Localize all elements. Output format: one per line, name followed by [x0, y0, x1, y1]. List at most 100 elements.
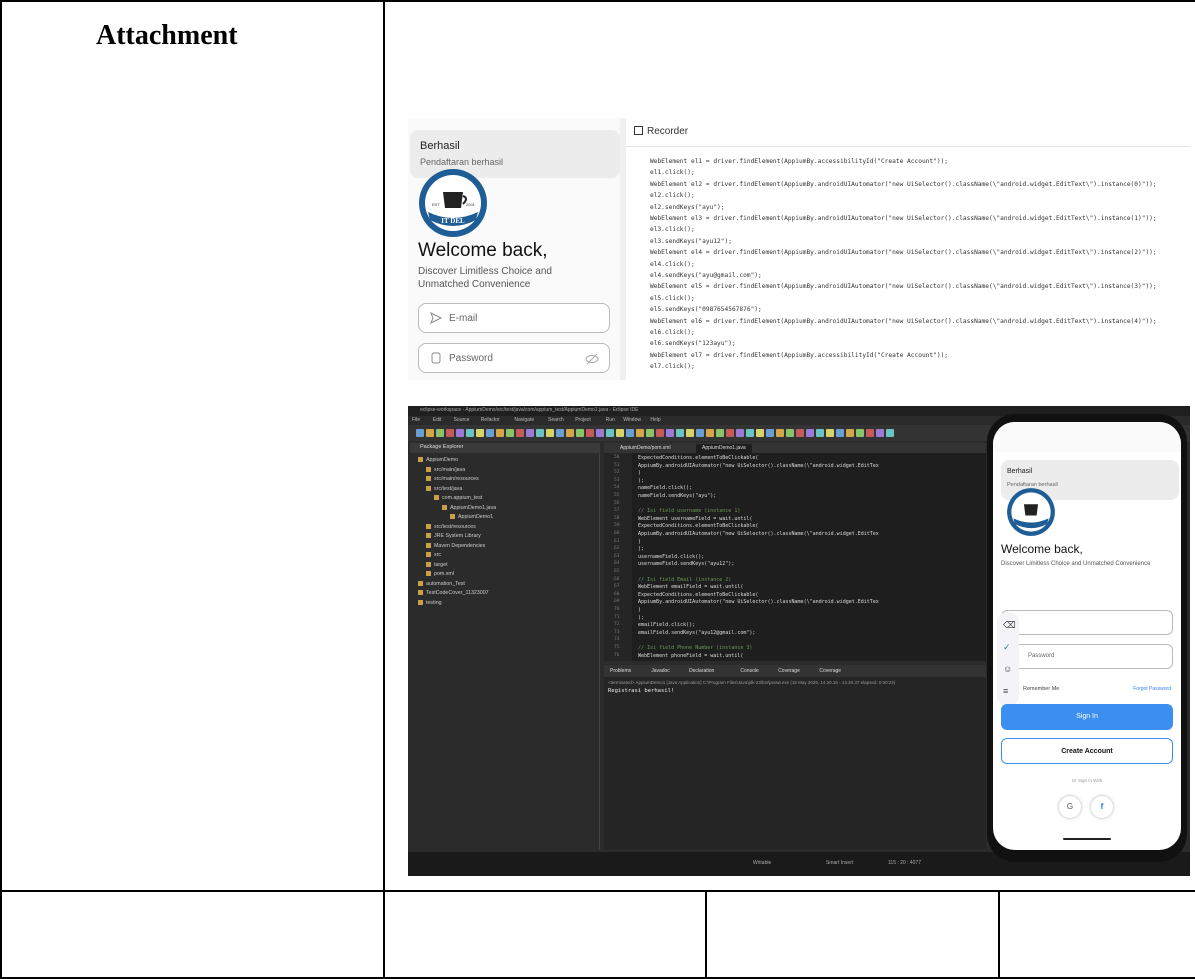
package-tree-item[interactable]: com.appium_test: [434, 495, 482, 501]
toolbar-button-icon[interactable]: [486, 429, 494, 437]
package-tree-item[interactable]: AppiumDemo: [418, 457, 458, 463]
toolbar-button-icon[interactable]: [416, 429, 424, 437]
toolbar-button-icon[interactable]: [796, 429, 804, 437]
package-tree-item[interactable]: automation_Test: [418, 580, 465, 587]
toolbar-button-icon[interactable]: [566, 429, 574, 437]
menu-item[interactable]: Edit: [433, 417, 442, 423]
tab-appiumdemo1[interactable]: AppiumDemo1.java: [696, 444, 752, 453]
menu-icon[interactable]: ≡: [1003, 686, 1008, 696]
create-account-button[interactable]: Create Account: [1001, 738, 1173, 764]
package-tree-item[interactable]: pom.xml: [426, 571, 454, 577]
toolbar-button-icon[interactable]: [776, 429, 784, 437]
console-tab[interactable]: Coverage: [778, 668, 800, 674]
console-tab[interactable]: Javadoc: [651, 668, 670, 674]
phone-password-field[interactable]: Password: [1001, 644, 1173, 669]
sign-in-button[interactable]: Sign In: [1001, 704, 1173, 730]
toolbar-button-icon[interactable]: [826, 429, 834, 437]
phone-email-field[interactable]: [1001, 610, 1173, 635]
package-tree-item[interactable]: src/main/resources: [426, 476, 479, 482]
toolbar-button-icon[interactable]: [586, 429, 594, 437]
toolbar-button-icon[interactable]: [446, 429, 454, 437]
toolbar-button-icon[interactable]: [546, 429, 554, 437]
package-tree-item[interactable]: src/test/java: [426, 485, 462, 492]
toolbar-button-icon[interactable]: [746, 429, 754, 437]
toolbar-button-icon[interactable]: [426, 429, 434, 437]
toolbar-button-icon[interactable]: [656, 429, 664, 437]
toolbar-button-icon[interactable]: [516, 429, 524, 437]
toolbar-button-icon[interactable]: [766, 429, 774, 437]
menu-item[interactable]: File: [412, 417, 420, 423]
toolbar-button-icon[interactable]: [636, 429, 644, 437]
emoji-icon[interactable]: ☺: [1003, 664, 1012, 674]
toolbar-button-icon[interactable]: [836, 429, 844, 437]
package-tree-item[interactable]: src/test/resources: [426, 523, 476, 530]
package-explorer-title[interactable]: Package Explorer: [420, 444, 463, 450]
toolbar-button-icon[interactable]: [436, 429, 444, 437]
menu-item[interactable]: Run: [606, 417, 615, 423]
backspace-icon[interactable]: ⌫: [1003, 620, 1016, 631]
toolbar-button-icon[interactable]: [526, 429, 534, 437]
toolbar-button-icon[interactable]: [856, 429, 864, 437]
toolbar-button-icon[interactable]: [666, 429, 674, 437]
toolbar-button-icon[interactable]: [676, 429, 684, 437]
facebook-signin-button[interactable]: f: [1091, 796, 1113, 818]
google-signin-button[interactable]: G: [1059, 796, 1081, 818]
toolbar-button-icon[interactable]: [626, 429, 634, 437]
menu-item[interactable]: Refactor: [481, 417, 500, 423]
package-tree-item[interactable]: Maven Dependencies: [426, 542, 485, 549]
console-tab[interactable]: Problems: [610, 668, 631, 674]
toolbar-button-icon[interactable]: [456, 429, 464, 437]
menu-item[interactable]: Project: [575, 417, 591, 423]
toolbar-button-icon[interactable]: [886, 429, 894, 437]
toolbar-button-icon[interactable]: [476, 429, 484, 437]
toolbar-button-icon[interactable]: [646, 429, 654, 437]
toolbar-button-icon[interactable]: [806, 429, 814, 437]
toolbar-button-icon[interactable]: [756, 429, 764, 437]
menu-item[interactable]: Help: [650, 417, 660, 423]
package-tree-item[interactable]: AppiumDemo1.java: [442, 504, 496, 511]
password-field[interactable]: Password: [418, 343, 610, 373]
remember-me[interactable]: Remember Me: [1023, 686, 1059, 692]
toolbar-button-icon[interactable]: [686, 429, 694, 437]
toolbar-button-icon[interactable]: [816, 429, 824, 437]
console-tab[interactable]: Console: [740, 668, 758, 674]
toolbar-button-icon[interactable]: [466, 429, 474, 437]
toolbar-button-icon[interactable]: [866, 429, 874, 437]
toolbar-button-icon[interactable]: [716, 429, 724, 437]
menu-item[interactable]: Navigate: [514, 417, 534, 423]
toolbar-button-icon[interactable]: [506, 429, 514, 437]
toolbar-button-icon[interactable]: [496, 429, 504, 437]
tab-pom[interactable]: AppiumDemo/pom.xml: [614, 444, 677, 453]
package-tree-item[interactable]: testing: [418, 599, 442, 606]
toolbar-button-icon[interactable]: [846, 429, 854, 437]
toolbar-button-icon[interactable]: [576, 429, 584, 437]
console-tab[interactable]: Coverage: [819, 668, 841, 674]
forgot-password-link[interactable]: Forgot Password: [1133, 686, 1171, 692]
package-tree-item[interactable]: target: [426, 561, 448, 568]
menu-item[interactable]: Source: [454, 417, 470, 423]
toolbar-button-icon[interactable]: [726, 429, 734, 437]
toolbar-button-icon[interactable]: [786, 429, 794, 437]
toolbar-button-icon[interactable]: [736, 429, 744, 437]
package-tree-item[interactable]: src: [426, 552, 441, 558]
toolbar-button-icon[interactable]: [556, 429, 564, 437]
check-icon[interactable]: ✓: [1003, 642, 1011, 653]
package-tree-item[interactable]: JRE System Library: [426, 533, 481, 539]
toolbar-button-icon[interactable]: [616, 429, 624, 437]
app-login-preview: Berhasil Pendaftaran berhasil IT DEL EST…: [408, 118, 620, 380]
toolbar-button-icon[interactable]: [596, 429, 604, 437]
toolbar-button-icon[interactable]: [536, 429, 544, 437]
package-tree-item[interactable]: TestCodeCover_11323007: [418, 590, 489, 596]
menu-item[interactable]: Window: [623, 417, 641, 423]
package-tree-label: src/main/java: [434, 466, 466, 473]
toolbar-button-icon[interactable]: [696, 429, 704, 437]
package-tree-item[interactable]: AppiumDemo1: [450, 514, 493, 520]
email-field[interactable]: E-mail: [418, 303, 610, 333]
eye-off-icon[interactable]: [585, 352, 599, 366]
menu-item[interactable]: Search: [548, 417, 564, 423]
toolbar-button-icon[interactable]: [606, 429, 614, 437]
package-tree-item[interactable]: src/main/java: [426, 466, 466, 473]
toolbar-button-icon[interactable]: [706, 429, 714, 437]
console-tab[interactable]: Declaration: [689, 668, 714, 674]
toolbar-button-icon[interactable]: [876, 429, 884, 437]
